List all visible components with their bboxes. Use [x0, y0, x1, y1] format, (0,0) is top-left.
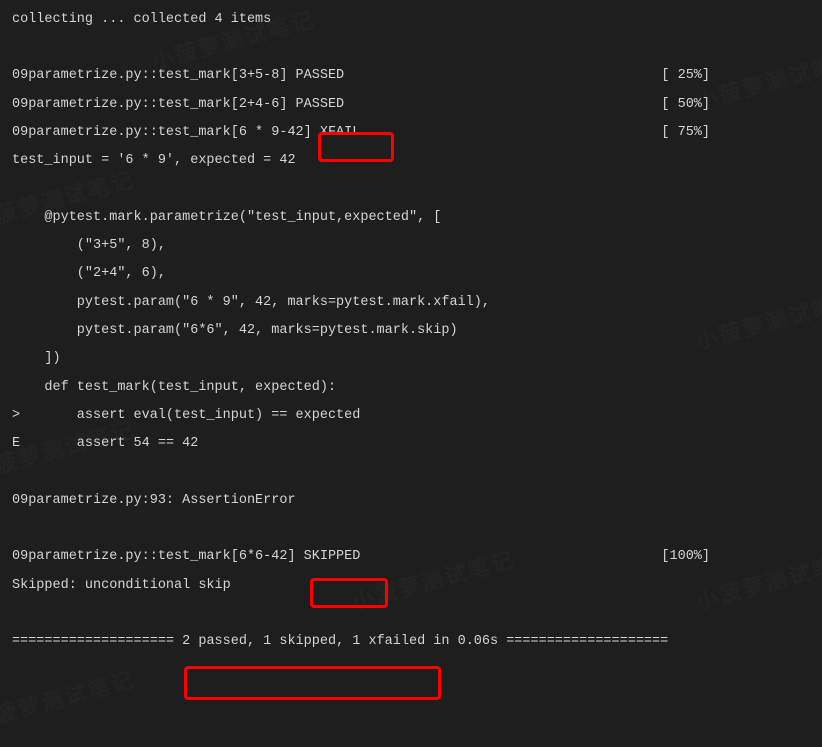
result-name: 09parametrize.py::test_mark[6 * 9-42] XF… [12, 119, 360, 147]
detail-header: test_input = '6 * 9', expected = 42 [12, 147, 818, 175]
result-name: 09parametrize.py::test_mark[3+5-8] PASSE… [12, 62, 344, 90]
watermark: 小菠萝测试笔记 [0, 659, 141, 747]
skip-reason: Skipped: unconditional skip [12, 572, 818, 600]
test-name-prefix: 09parametrize.py::test_mark[6 * 9-42] [12, 125, 320, 140]
collecting-line: collecting ... collected 4 items [12, 6, 818, 34]
code-line: ]) [12, 345, 818, 373]
result-percent: [ 50%] [661, 91, 818, 119]
result-row: 09parametrize.py::test_mark[2+4-6] PASSE… [12, 91, 818, 119]
result-name: 09parametrize.py::test_mark[6*6-42] SKIP… [12, 543, 360, 571]
code-line: > assert eval(test_input) == expected [12, 402, 818, 430]
code-line: ("2+4", 6), [12, 260, 818, 288]
code-line: @pytest.mark.parametrize("test_input,exp… [12, 204, 818, 232]
summary-line: ==================== 2 passed, 1 skipped… [12, 628, 818, 656]
result-percent: [ 75%] [661, 119, 818, 147]
highlight-summary [184, 666, 441, 700]
result-row: 09parametrize.py::test_mark[3+5-8] PASSE… [12, 62, 818, 90]
summary-prefix: ==================== [12, 634, 182, 649]
xfail-status: XFAIL [320, 125, 361, 140]
summary-suffix: n 0.06s ==================== [441, 634, 668, 649]
result-name: 09parametrize.py::test_mark[2+4-6] PASSE… [12, 91, 344, 119]
summary-body: 2 passed, 1 skipped, 1 xfailed i [182, 634, 441, 649]
code-line: E assert 54 == 42 [12, 430, 818, 458]
code-line: def test_mark(test_input, expected): [12, 374, 818, 402]
result-percent: [ 25%] [661, 62, 818, 90]
code-line: ("3+5", 8), [12, 232, 818, 260]
result-row: 09parametrize.py::test_mark[6*6-42] SKIP… [12, 543, 818, 571]
code-line: pytest.param("6 * 9", 42, marks=pytest.m… [12, 289, 818, 317]
assertion-line: 09parametrize.py:93: AssertionError [12, 487, 818, 515]
result-row: 09parametrize.py::test_mark[6 * 9-42] XF… [12, 119, 818, 147]
test-name-prefix: 09parametrize.py::test_mark[6*6-42] [12, 549, 304, 564]
skipped-status: SKIPPED [304, 549, 361, 564]
code-line: pytest.param("6*6", 42, marks=pytest.mar… [12, 317, 818, 345]
result-percent: [100%] [661, 543, 818, 571]
